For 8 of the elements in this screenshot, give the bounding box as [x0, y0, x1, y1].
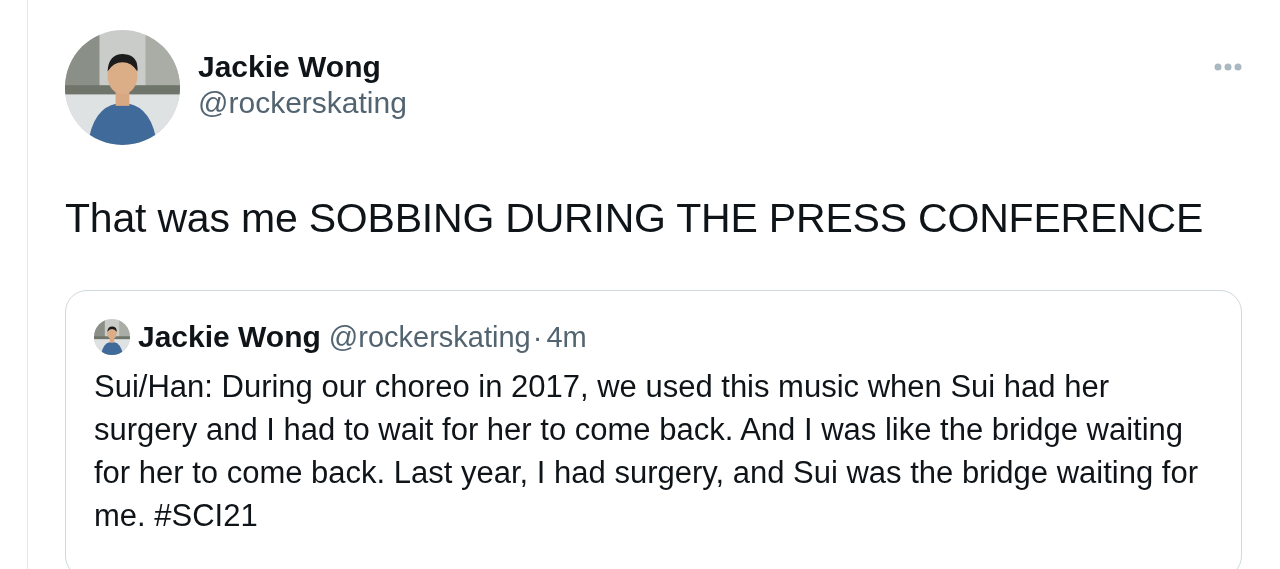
- quoted-author-handle: @rockerskating: [328, 320, 531, 354]
- timestamp: 4m: [546, 320, 587, 354]
- quoted-tweet-text: Sui/Han: During our choreo in 2017, we used this music when Sui had her surgery and I had to wait for her to come back. And I was like the bridge waiting for her to come back. Last year, I had surgery, and Sui was the bridge waiting for me. #SCI21: [94, 368, 1199, 535]
- separator-dot: ·: [532, 320, 543, 354]
- author-handle[interactable]: @rockerskating: [198, 86, 407, 120]
- quoted-author-name: Jackie Wong: [138, 320, 321, 354]
- tweet-text: That was me SOBBING DURING THE PRESS CONFERENCE: [65, 195, 1205, 242]
- author-name[interactable]: Jackie Wong: [198, 50, 407, 84]
